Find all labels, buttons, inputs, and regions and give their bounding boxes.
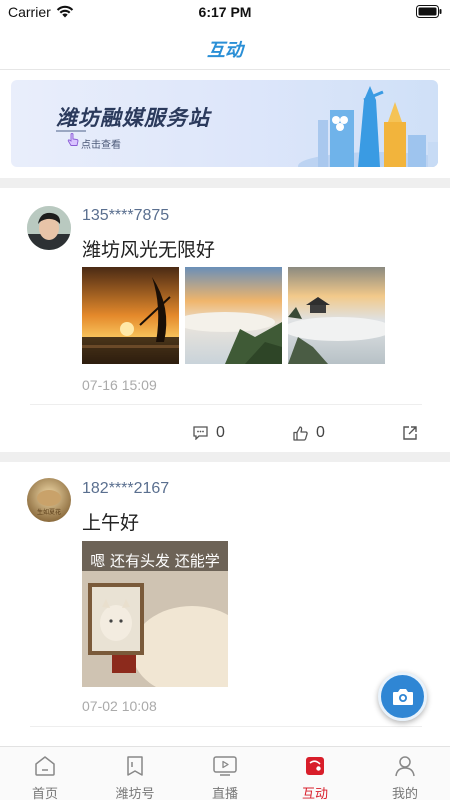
camera-post-button[interactable] bbox=[378, 672, 427, 721]
avatar-text: 生如夏花 bbox=[37, 508, 61, 516]
share-icon[interactable] bbox=[402, 425, 418, 441]
camera-icon bbox=[392, 688, 413, 705]
post-timestamp: 07-02 10:08 bbox=[82, 698, 157, 714]
section-divider bbox=[0, 452, 450, 462]
tab-home[interactable]: 首页 bbox=[0, 747, 90, 800]
post-text: 上午好 bbox=[82, 513, 140, 534]
service-station-banner[interactable]: 潍坊融媒服务站 点击查看 bbox=[11, 80, 438, 167]
clock: 6:17 PM bbox=[198, 4, 252, 20]
tab-bar: 首页 潍坊号 直播 互动 我的 bbox=[0, 746, 450, 800]
home-icon bbox=[35, 756, 55, 776]
tab-label: 互动 bbox=[301, 786, 328, 800]
comment-button[interactable]: 0 bbox=[193, 424, 225, 442]
tv-play-icon bbox=[213, 756, 237, 776]
navigation-bar: 互动 bbox=[0, 24, 450, 70]
tab-label: 潍坊号 bbox=[115, 786, 155, 800]
row-divider bbox=[30, 726, 422, 727]
thumbs-up-icon bbox=[293, 425, 308, 441]
avatar[interactable]: 生如夏花 bbox=[27, 478, 71, 522]
tab-mine[interactable]: 我的 bbox=[360, 747, 450, 800]
post-image-sunset-harbor[interactable] bbox=[82, 267, 179, 364]
tab-live[interactable]: 直播 bbox=[180, 747, 270, 800]
avatar[interactable] bbox=[27, 206, 71, 250]
banner-subtitle: 点击查看 bbox=[81, 140, 121, 151]
tab-label: 我的 bbox=[391, 786, 418, 800]
interaction-icon bbox=[306, 757, 324, 775]
row-divider bbox=[30, 404, 422, 405]
post-image-pavilion-mist[interactable] bbox=[288, 267, 385, 364]
battery-icon bbox=[416, 5, 442, 18]
section-divider bbox=[0, 178, 450, 188]
like-count: 0 bbox=[316, 424, 325, 441]
post-username[interactable]: 135****7875 bbox=[82, 207, 169, 225]
tab-interaction[interactable]: 互动 bbox=[270, 747, 360, 800]
banner-title: 潍坊融媒服务站 bbox=[56, 107, 210, 130]
post-card: 135****7875 潍坊风光无限好 07-16 15:09 0 0 bbox=[0, 188, 450, 452]
comment-count: 0 bbox=[216, 424, 225, 441]
comment-icon bbox=[193, 426, 208, 440]
post-username[interactable]: 182****2167 bbox=[82, 480, 169, 498]
banner-divider bbox=[56, 130, 86, 132]
status-bar: Carrier 6:17 PM bbox=[0, 0, 450, 24]
post-text: 潍坊风光无限好 bbox=[82, 240, 216, 261]
tab-label: 直播 bbox=[211, 786, 238, 800]
pointer-hand-icon bbox=[67, 133, 79, 146]
post-image-cat-meme[interactable]: 嗯 还有头发 还能学 bbox=[82, 541, 228, 687]
user-icon bbox=[395, 756, 415, 777]
cat-meme-caption: 嗯 还有头发 还能学 bbox=[90, 552, 220, 570]
like-button[interactable]: 0 bbox=[293, 424, 325, 442]
bookmark-icon bbox=[127, 756, 143, 776]
city-skyline-illustration bbox=[298, 86, 438, 167]
tab-weifang-hao[interactable]: 潍坊号 bbox=[90, 747, 180, 800]
page-title: 互动 bbox=[207, 40, 243, 60]
post-timestamp: 07-16 15:09 bbox=[82, 377, 157, 393]
tab-label: 首页 bbox=[31, 786, 58, 800]
post-image-sea-of-clouds[interactable] bbox=[185, 267, 282, 364]
